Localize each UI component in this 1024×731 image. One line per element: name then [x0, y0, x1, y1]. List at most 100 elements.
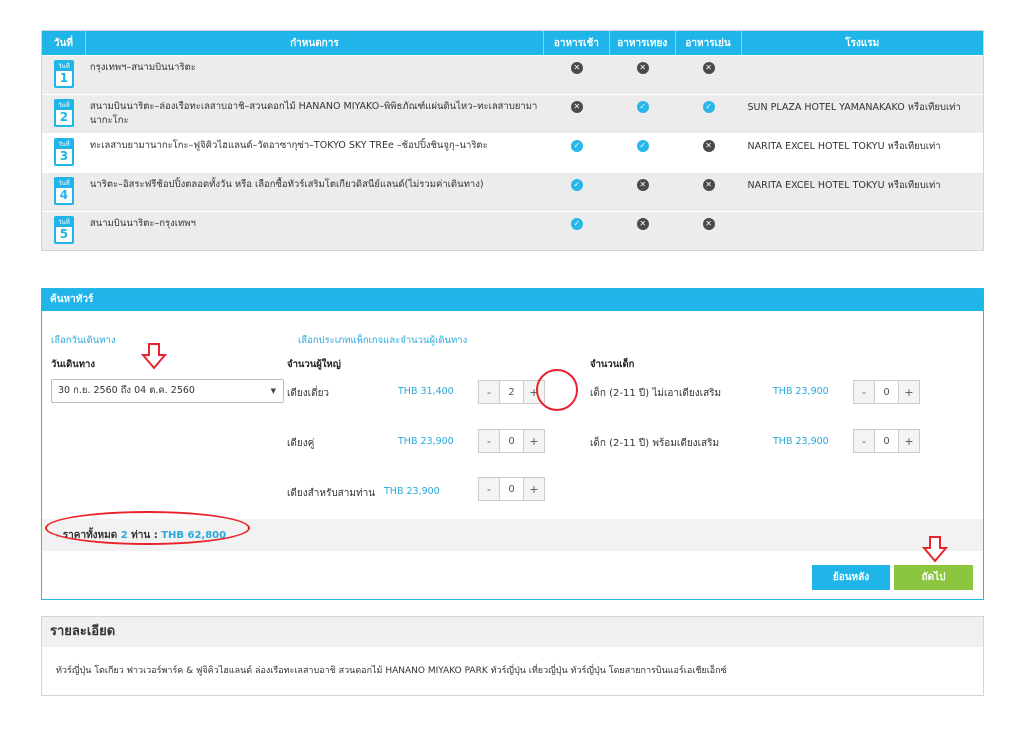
check-circle-icon: ✓ [702, 101, 715, 113]
dinner-cell: ✕ [676, 56, 742, 94]
itinerary-row: วันที่ 1 กรุงเทพฯ–สนามบินนาริตะ ✕ ✕ ✕ [42, 55, 983, 94]
next-button[interactable]: ถัดไป [894, 565, 973, 590]
header-hotel: โรงแรม [845, 37, 880, 49]
quantity-value[interactable]: 0 [500, 477, 523, 501]
x-circle-icon: ✕ [636, 218, 649, 230]
increment-button[interactable]: + [898, 429, 920, 453]
dinner-cell: ✕ [676, 134, 742, 172]
child-with-bed-stepper: - 0 + [853, 429, 920, 453]
day-tag: วันที่ [55, 179, 72, 188]
itinerary-row: วันที่ 2 สนามบินนาริตะ–ล่องเรือทะเลสาบอาชิ… [42, 94, 983, 133]
day-cell: วันที่ 5 [42, 212, 86, 250]
header-day: วันที่ [42, 31, 86, 55]
program-cell: นาริตะ–อิสระฟรีช้อปปิ้งตลอดทั้งวัน หรือ … [89, 179, 484, 190]
check-circle-icon: ✓ [570, 179, 583, 191]
day-tag: วันที่ [55, 140, 72, 149]
hotel-cell [742, 212, 984, 250]
adult-label-single: เดียงเดี่ยว [287, 388, 330, 399]
lunch-cell: ✓ [610, 95, 676, 133]
decrement-button[interactable]: - [478, 429, 500, 453]
check-circle-icon: ✓ [570, 140, 583, 152]
day-cell: วันที่ 1 [42, 56, 86, 94]
day-number: 1 [59, 71, 69, 85]
day-tag: วันที่ [55, 62, 72, 71]
header-program: กำหนดการ [86, 31, 544, 55]
day-tag: วันที่ [55, 101, 72, 110]
back-button[interactable]: ย้อนหลัง [812, 565, 890, 590]
adult-price-double: THB 23,900 [398, 436, 454, 447]
breakfast-cell: ✓ [544, 134, 610, 172]
day-tag: วันที่ [55, 218, 72, 227]
x-circle-icon: ✕ [570, 62, 583, 74]
increment-button[interactable]: + [898, 380, 920, 404]
travel-date-value: 30 ก.ย. 2560 ถึง 04 ต.ค. 2560 [58, 385, 195, 396]
calendar-icon: วันที่ 1 [53, 60, 74, 88]
decrement-button[interactable]: - [478, 477, 500, 501]
dinner-cell: ✕ [676, 173, 742, 211]
lunch-cell: ✕ [610, 56, 676, 94]
adult-price-single: THB 31,400 [398, 386, 454, 397]
adults-label: จำนวนผู้ใหญ่ [287, 359, 341, 370]
day-number: 3 [59, 149, 69, 163]
date-label: วันเดินทาง [51, 359, 95, 370]
x-circle-icon: ✕ [636, 62, 649, 74]
increment-button[interactable]: + [523, 477, 545, 501]
adult-label-double: เดียงคู่ [287, 438, 315, 449]
x-circle-icon: ✕ [702, 179, 715, 191]
children-label: จำนวนเด็ก [590, 359, 635, 370]
calendar-icon: วันที่ 3 [53, 138, 74, 166]
calendar-icon: วันที่ 5 [53, 216, 74, 244]
annotation-circle-plus [536, 369, 578, 411]
quantity-value[interactable]: 0 [875, 380, 898, 404]
hotel-cell: SUN PLAZA HOTEL YAMANAKAKO หรือเทียบเท่า [747, 102, 961, 113]
details-text: ทัวร์ญี่ปุ่น โตเกียว ฟาวเวอร์พาร์ค & ฟูจ… [56, 666, 727, 676]
itinerary-row: วันที่ 5 สนามบินนาริตะ–กรุงเทพฯ ✓ ✕ ✕ [42, 211, 983, 250]
adult-triple-stepper: - 0 + [478, 477, 545, 501]
itinerary-row: วันที่ 4 นาริตะ–อิสระฟรีช้อปปิ้งตลอดทั้งวั… [42, 172, 983, 211]
itinerary-header: วันที่ กำหนดการ อาหารเช้า อาหารเทยง อาหา… [42, 31, 983, 55]
quantity-value[interactable]: 0 [500, 429, 523, 453]
travel-date-select[interactable]: 30 ก.ย. 2560 ถึง 04 ต.ค. 2560 ▼ [51, 379, 284, 403]
x-circle-icon: ✕ [702, 140, 715, 152]
decrement-button[interactable]: - [478, 380, 500, 404]
calendar-icon: วันที่ 2 [53, 99, 74, 127]
chevron-down-icon: ▼ [270, 387, 276, 395]
lunch-cell: ✕ [610, 212, 676, 250]
day-number: 5 [59, 227, 69, 241]
itinerary-table: วันที่ กำหนดการ อาหารเช้า อาหารเทยง อาหา… [41, 30, 984, 251]
choose-date-link[interactable]: เลือกวันเดินทาง [51, 333, 116, 348]
x-circle-icon: ✕ [636, 179, 649, 191]
hotel-cell: NARITA EXCEL HOTEL TOKYU หรือเทียบเท่า [747, 141, 941, 152]
adult-single-stepper: - 2 + [478, 380, 545, 404]
header-breakfast: อาหารเช้า [544, 31, 610, 55]
adult-price-triple: THB 23,900 [384, 486, 440, 497]
adult-label-triple: เดียงสำหรับสามท่าน [287, 488, 376, 499]
quantity-value[interactable]: 2 [500, 380, 523, 404]
header-lunch: อาหารเทยง [610, 31, 676, 55]
hotel-cell [742, 56, 984, 94]
dinner-cell: ✓ [676, 95, 742, 133]
increment-button[interactable]: + [523, 429, 545, 453]
annotation-ellipse-total [45, 511, 250, 545]
quantity-value[interactable]: 0 [875, 429, 898, 453]
child-no-bed-stepper: - 0 + [853, 380, 920, 404]
choose-package-link[interactable]: เลือกประเภทแพ็กเกจและจำนวนผู้เดินทาง [298, 333, 467, 348]
decrement-button[interactable]: - [853, 429, 875, 453]
search-panel-title: ค้นหาทัวร์ [42, 289, 983, 311]
calendar-icon: วันที่ 4 [53, 177, 74, 205]
child-price-no-bed: THB 23,900 [773, 386, 829, 397]
program-cell: กรุงเทพฯ–สนามบินนาริตะ [89, 62, 196, 73]
day-number: 4 [59, 188, 69, 202]
breakfast-cell: ✓ [544, 173, 610, 211]
check-circle-icon: ✓ [636, 101, 649, 113]
annotation-arrow-down-icon [922, 536, 948, 563]
decrement-button[interactable]: - [853, 380, 875, 404]
day-cell: วันที่ 2 [42, 95, 86, 133]
day-cell: วันที่ 3 [42, 134, 86, 172]
dinner-cell: ✕ [676, 212, 742, 250]
program-cell: สนามบินนาริตะ–ล่องเรือทะเลสาบอาชิ–สวนดอก… [89, 101, 538, 126]
header-dinner: อาหารเย่น [676, 31, 742, 55]
breakfast-cell: ✕ [544, 95, 610, 133]
hotel-cell: NARITA EXCEL HOTEL TOKYU หรือเทียบเท่า [747, 180, 941, 191]
child-label-with-bed: เด็ก (2-11 ปี) พร้อมเดียงเสริม [590, 438, 720, 449]
